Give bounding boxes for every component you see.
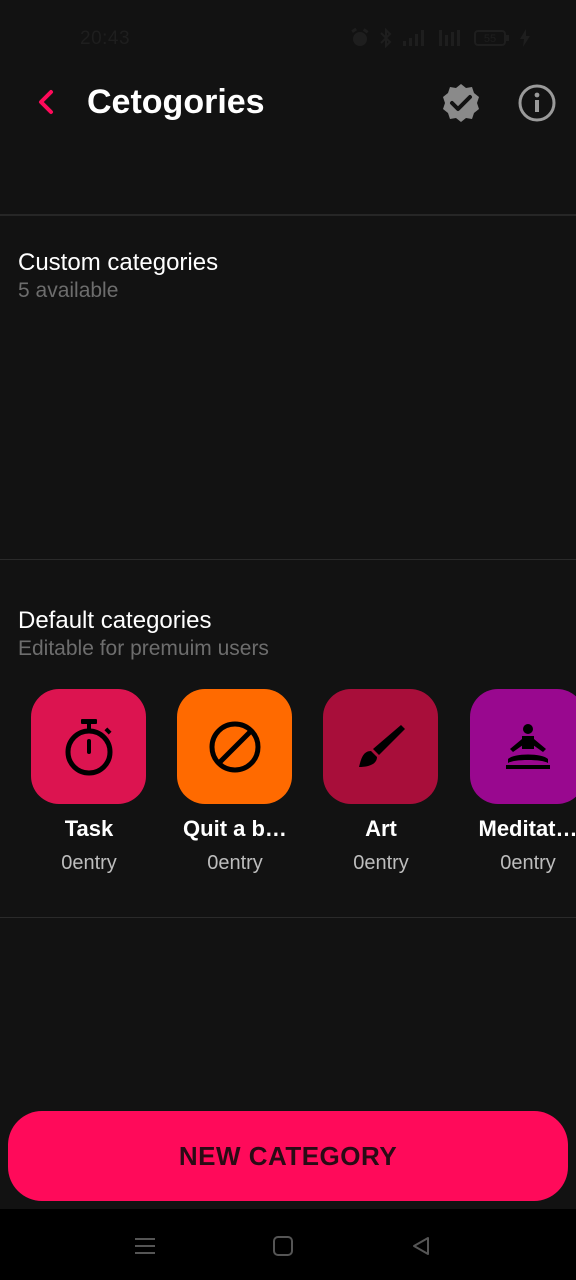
status-bar: 20:43 55 (0, 0, 576, 78)
category-name: Task (64, 816, 114, 841)
info-button[interactable] (516, 82, 558, 124)
category-name: Meditat… (478, 816, 576, 841)
info-icon (518, 84, 556, 122)
category-count: 0entry (207, 852, 263, 874)
back-button[interactable] (26, 82, 66, 122)
verified-button[interactable] (440, 82, 482, 124)
new-category-button[interactable]: NEW CATEGORY (8, 1111, 568, 1201)
meditation-icon (505, 723, 550, 769)
home-icon (273, 1236, 293, 1256)
paintbrush-icon (358, 724, 405, 767)
custom-categories-subtitle: 5 available (18, 279, 119, 302)
category-tile[interactable] (31, 689, 146, 804)
prohibited-icon (209, 721, 260, 772)
nav-home-button[interactable] (266, 1229, 300, 1263)
menu-icon (135, 1238, 155, 1254)
category-item-task[interactable]: Task 0entry (16, 688, 162, 888)
app-bar: Cetogories (0, 78, 576, 126)
hd-signal-icon (439, 30, 460, 46)
default-categories-subtitle: Editable for premuim users (18, 637, 269, 660)
category-item-meditation[interactable]: Meditat… 0entry (455, 688, 576, 888)
nav-back-button[interactable] (404, 1229, 438, 1263)
category-name: Art (365, 816, 397, 841)
category-count: 0entry (500, 852, 556, 874)
section-divider (0, 917, 576, 918)
category-item-quit[interactable]: Quit a b… 0entry (162, 688, 308, 888)
battery-level: 55 (484, 33, 496, 45)
nav-menu-button[interactable] (128, 1229, 162, 1263)
system-nav-bar (0, 1209, 576, 1280)
category-tile[interactable] (323, 689, 438, 804)
category-tile[interactable] (177, 689, 292, 804)
status-time: 20:43 (80, 28, 131, 49)
back-icon (413, 1237, 429, 1255)
default-categories-title: Default categories (18, 607, 212, 634)
header-divider (0, 214, 576, 216)
category-count: 0entry (353, 852, 409, 874)
battery-icon: 55 (474, 30, 509, 46)
default-category-list: Task 0entry Quit a b… 0entry Art 0entry (0, 688, 576, 888)
charging-icon (520, 29, 530, 47)
stopwatch-icon (65, 718, 112, 775)
custom-categories-title: Custom categories (18, 249, 219, 276)
chevron-left-icon (39, 90, 53, 114)
category-item-art[interactable]: Art 0entry (308, 688, 454, 888)
signal-icon (403, 30, 424, 46)
category-count: 0entry (61, 852, 117, 874)
category-tile[interactable] (470, 689, 576, 804)
bluetooth-icon (380, 28, 392, 48)
page-title: Cetogories (87, 83, 265, 121)
alarm-icon (351, 28, 369, 46)
section-divider (0, 559, 576, 560)
verified-badge-icon (443, 84, 479, 122)
category-name: Quit a b… (183, 816, 287, 841)
status-icons: 55 (350, 27, 530, 49)
